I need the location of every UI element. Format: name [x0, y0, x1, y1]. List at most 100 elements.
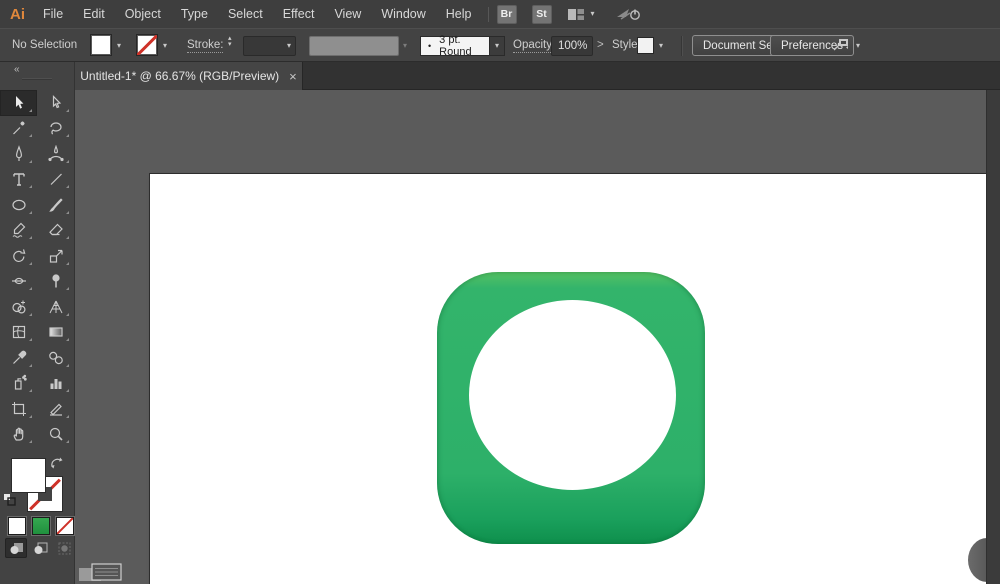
bridge-button[interactable]: Br	[496, 4, 517, 24]
scale-tool[interactable]	[37, 243, 74, 269]
swap-fill-stroke-button[interactable]	[50, 457, 64, 475]
screen-mode-icon[interactable]	[77, 562, 129, 584]
tab-close-button[interactable]: ×	[289, 70, 297, 83]
draw-inside-button	[53, 538, 75, 558]
symbol-sprayer-tool[interactable]	[0, 371, 37, 397]
white-ellipse-shape[interactable]	[469, 300, 676, 490]
color-swatch-button[interactable]	[8, 517, 26, 535]
control-panel-menu-button[interactable]	[832, 37, 850, 56]
blend-tool[interactable]	[37, 345, 74, 371]
ellipse-tool[interactable]	[0, 192, 37, 218]
collapse-panel-button[interactable]: «	[14, 64, 19, 75]
controlbar-separator	[681, 36, 682, 56]
style-swatch[interactable]	[637, 37, 654, 54]
disabled-chevron-icon: ▾	[403, 41, 408, 50]
eraser-tool[interactable]	[37, 218, 74, 244]
drawing-modes	[0, 538, 75, 558]
cs-live-button[interactable]	[615, 5, 645, 23]
menu-object[interactable]: Object	[115, 0, 171, 28]
illustrator-window: Ai File Edit Object Type Select Effect V…	[0, 0, 1000, 584]
gradient-swatch-button[interactable]	[32, 517, 50, 535]
document-tab-bar: Untitled-1* @ 66.67% (RGB/Preview) ×	[75, 62, 1000, 90]
artboard-tool[interactable]	[0, 396, 37, 422]
gradient-tool[interactable]	[37, 320, 74, 346]
lasso-tool[interactable]	[37, 116, 74, 142]
menu-bar: Ai File Edit Object Type Select Effect V…	[0, 0, 1000, 28]
rotate-tool[interactable]	[0, 243, 37, 269]
chevron-down-icon: ▾	[494, 41, 499, 50]
shape-builder-tool[interactable]	[0, 294, 37, 320]
tools-panel: «	[0, 62, 75, 584]
menu-file[interactable]: File	[33, 0, 73, 28]
stroke-weight-stepper[interactable]: ▴ ▾	[228, 35, 232, 48]
chevron-down-icon: ▾	[590, 9, 595, 18]
direct-selection-tool[interactable]	[37, 90, 74, 116]
mesh-tool[interactable]	[0, 320, 37, 346]
canvas-area[interactable]	[75, 90, 1000, 584]
fill-swatch[interactable]	[90, 34, 112, 56]
puppet-warp-tool[interactable]	[37, 269, 74, 295]
opacity-label[interactable]: Opacity:	[513, 39, 556, 53]
default-fill-stroke-button[interactable]	[3, 493, 16, 511]
curvature-tool[interactable]	[37, 141, 74, 167]
control-bar: No Selection ▾ ▾ Stroke: ▴ ▾ ▾ ▾ • 3 pt.…	[0, 28, 1000, 62]
menu-window[interactable]: Window	[371, 0, 435, 28]
fill-indicator[interactable]	[11, 458, 46, 493]
zoom-tool[interactable]	[37, 422, 74, 448]
stepper-down-icon[interactable]: ▾	[228, 41, 232, 48]
menu-select[interactable]: Select	[218, 0, 273, 28]
none-slash-icon	[137, 35, 157, 55]
column-graph-tool[interactable]	[37, 371, 74, 397]
chevron-down-icon: ▾	[286, 41, 291, 50]
draw-normal-button[interactable]	[5, 538, 27, 558]
menubar-divider	[487, 6, 489, 22]
chevron-down-icon[interactable]: ▾	[856, 42, 860, 50]
panel-flag-icon	[833, 39, 848, 51]
share-power-icon	[616, 9, 640, 20]
brush-definition-field[interactable]: • 3 pt. Round	[420, 34, 490, 58]
brush-dropdown-button[interactable]: ▾	[490, 36, 505, 56]
none-slash-icon	[57, 518, 73, 534]
opacity-field[interactable]: 100%	[551, 36, 593, 56]
stroke-chevron-icon[interactable]: ▾	[163, 42, 167, 50]
stroke-weight-dropdown[interactable]: ▾	[243, 36, 296, 56]
draw-behind-button[interactable]	[29, 538, 51, 558]
menu-help[interactable]: Help	[436, 0, 482, 28]
brush-dot-icon: •	[428, 41, 432, 51]
opacity-menu-arrow[interactable]: >	[597, 39, 604, 51]
stroke-weight-label[interactable]: Stroke:	[187, 39, 224, 53]
arrange-documents-button[interactable]: ▾	[567, 8, 595, 21]
stroke-swatch[interactable]	[136, 34, 158, 56]
type-tool[interactable]	[0, 167, 37, 193]
menu-edit[interactable]: Edit	[73, 0, 115, 28]
menu-effect[interactable]: Effect	[273, 0, 325, 28]
pasteboard-right-strip	[986, 90, 1000, 584]
eyedropper-tool[interactable]	[0, 345, 37, 371]
shaper-tool[interactable]	[0, 218, 37, 244]
arrange-documents-icon	[567, 8, 584, 20]
width-tool[interactable]	[0, 269, 37, 295]
style-chevron-icon[interactable]: ▾	[659, 42, 663, 50]
stock-button[interactable]: St	[531, 4, 552, 24]
panel-grip[interactable]	[22, 78, 52, 80]
hand-tool[interactable]	[0, 422, 37, 448]
variable-width-dropdown-disabled	[309, 36, 399, 56]
line-segment-tool[interactable]	[37, 167, 74, 193]
fill-chevron-icon[interactable]: ▾	[117, 42, 121, 50]
menu-type[interactable]: Type	[171, 0, 218, 28]
perspective-grid-tool[interactable]	[37, 294, 74, 320]
paintbrush-tool[interactable]	[37, 192, 74, 218]
document-tab[interactable]: Untitled-1* @ 66.67% (RGB/Preview) ×	[75, 62, 303, 90]
brush-preset-name: 3 pt. Round	[439, 34, 472, 58]
slice-tool[interactable]	[37, 396, 74, 422]
menu-view[interactable]: View	[324, 0, 371, 28]
tools-panel-header: «	[0, 62, 74, 80]
paint-style-row	[0, 517, 75, 535]
pen-tool[interactable]	[0, 141, 37, 167]
selection-status: No Selection	[12, 39, 78, 51]
magic-wand-tool[interactable]	[0, 116, 37, 142]
selection-tool[interactable]	[0, 90, 37, 116]
fill-stroke-indicator	[0, 456, 75, 516]
document-tab-title: Untitled-1* @ 66.67% (RGB/Preview)	[80, 69, 280, 83]
none-swatch-button[interactable]	[56, 517, 74, 535]
